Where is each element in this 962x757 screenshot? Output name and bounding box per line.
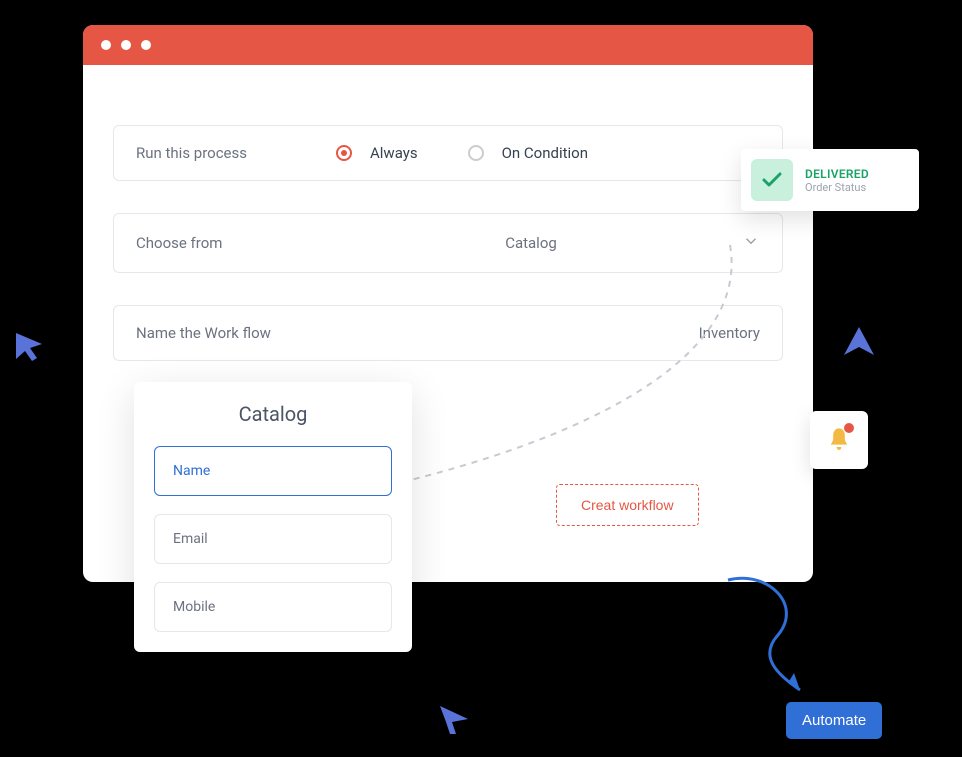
catalog-field-mobile[interactable]: Mobile (154, 582, 392, 632)
choose-from-label: Choose from (136, 234, 336, 252)
catalog-card: Catalog Name Email Mobile (134, 382, 412, 652)
delivered-card: DELIVERED Order Status (741, 149, 919, 211)
window-control-dot[interactable] (121, 40, 131, 50)
catalog-field-email[interactable]: Email (154, 514, 392, 564)
notification-badge-icon (844, 423, 854, 433)
notification-bell-card[interactable] (810, 411, 868, 469)
radio-on-condition[interactable] (468, 145, 484, 161)
cursor-arrow-icon (438, 702, 472, 736)
option-condition-label[interactable]: On Condition (502, 144, 588, 162)
window-titlebar (83, 25, 813, 65)
cursor-arrow-icon (12, 329, 46, 363)
cursor-arrow-icon (842, 325, 876, 359)
name-workflow-label: Name the Work flow (136, 324, 336, 342)
delivered-title: DELIVERED (805, 167, 869, 181)
catalog-field-name[interactable]: Name (154, 446, 392, 496)
automate-button[interactable]: Automate (786, 702, 882, 739)
option-always-label[interactable]: Always (370, 144, 418, 162)
window-control-dot[interactable] (101, 40, 111, 50)
name-workflow-field[interactable]: Name the Work flow Inventory (113, 305, 783, 361)
form-area: Run this process Always On Condition Cho… (83, 65, 813, 361)
chevron-down-icon[interactable] (742, 232, 760, 254)
choose-from-value: Catalog (505, 234, 573, 252)
run-process-field: Run this process Always On Condition (113, 125, 783, 181)
check-icon (751, 159, 793, 201)
window-control-dot[interactable] (141, 40, 151, 50)
create-workflow-button[interactable]: Creat workflow (556, 484, 699, 526)
choose-from-field[interactable]: Choose from Catalog (113, 213, 783, 273)
radio-always[interactable] (336, 145, 352, 161)
name-workflow-value: Inventory (699, 324, 760, 342)
catalog-title: Catalog (154, 402, 392, 426)
run-process-label: Run this process (136, 144, 336, 162)
swirl-arrow-icon (708, 575, 818, 705)
delivered-subtitle: Order Status (805, 181, 869, 194)
